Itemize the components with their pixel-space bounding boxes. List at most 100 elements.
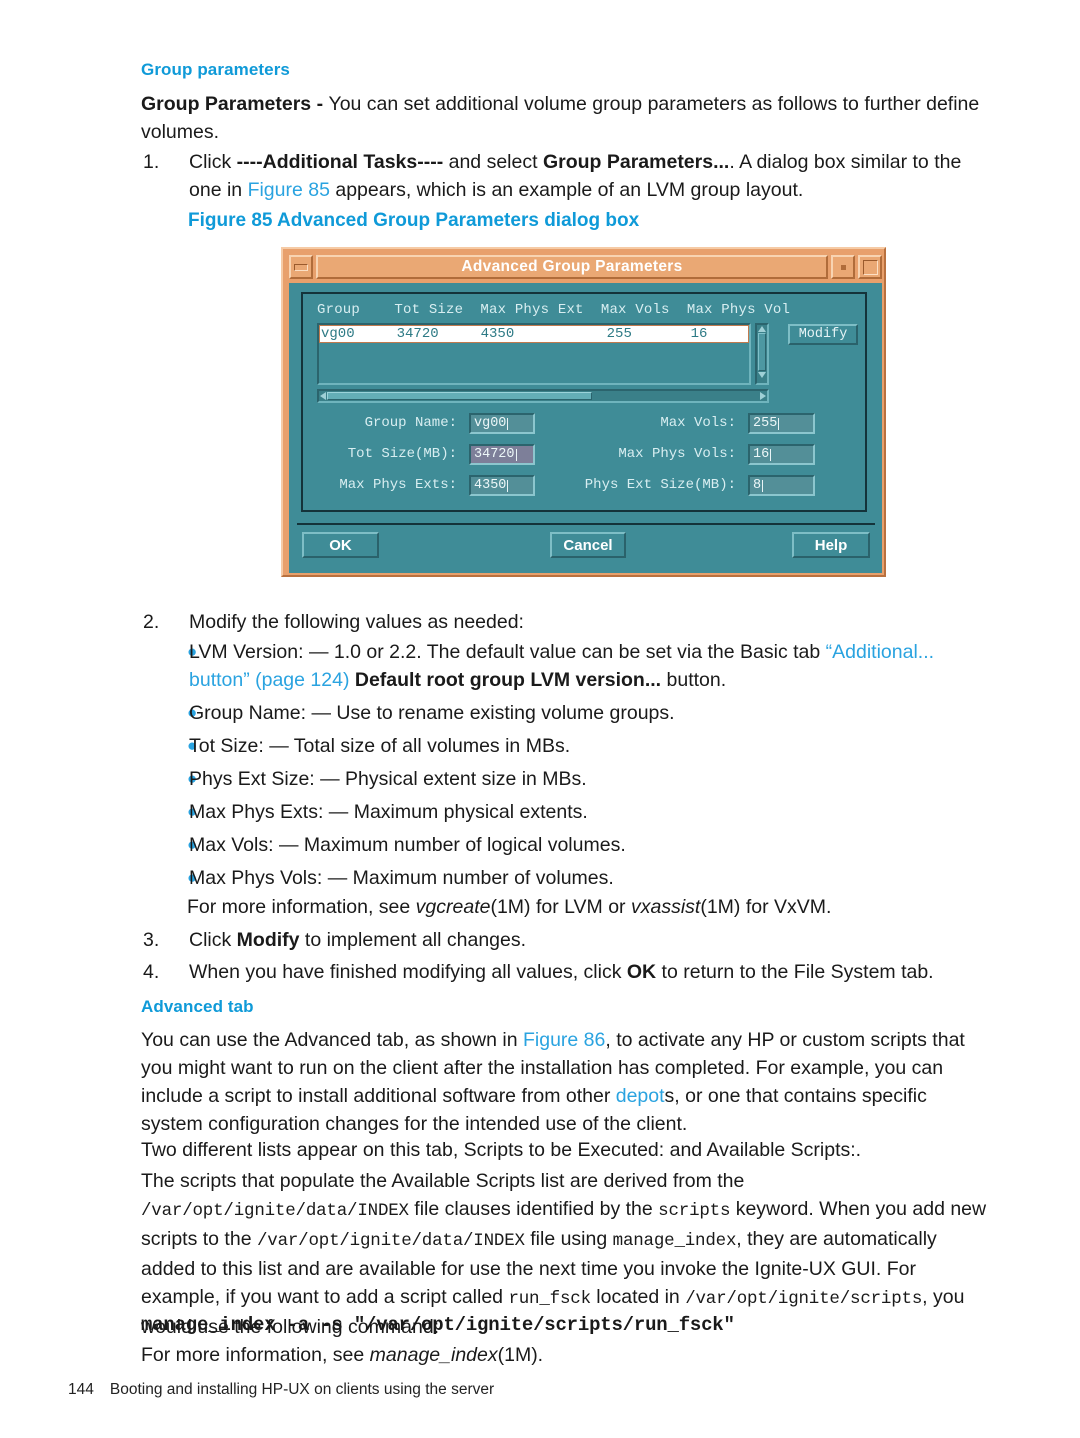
list-item: ● Tot Size: — Total size of all volumes … (141, 732, 993, 760)
step-4-pre: When you have finished modifying all val… (189, 961, 627, 983)
field-max-vols-value: 255 (753, 415, 778, 431)
restore-icon[interactable] (831, 255, 855, 279)
step-1-post2: appears, which is an example of an LVM g… (329, 179, 804, 201)
bullet-lvm-pre: LVM Version: — 1.0 or 2.2. The default v… (189, 641, 826, 663)
step-3-text: Click Modify to implement all changes. (189, 926, 993, 954)
step-4-post: to return to the File System tab. (656, 961, 934, 983)
bullet-lvm-version: LVM Version: — 1.0 or 2.2. The default v… (189, 638, 993, 694)
advanced-paragraph-1: You can use the Advanced tab, as shown i… (141, 1026, 991, 1138)
group-listbox[interactable]: vg00 34720 4350 255 16 (317, 323, 751, 385)
scroll-up-icon[interactable] (758, 326, 766, 332)
step-4-bold-ok: OK (626, 961, 657, 983)
field-group-name-value: vg00 (474, 415, 507, 431)
table-row[interactable]: vg00 34720 4350 255 16 (319, 325, 749, 343)
cancel-button[interactable]: Cancel (550, 532, 626, 558)
help-button[interactable]: Help (792, 532, 870, 558)
horizontal-scroll-thumb[interactable] (327, 392, 592, 400)
advanced-tab-heading: Advanced tab (141, 997, 254, 1016)
step-1-text: Click ----Additional Tasks---- and selec… (189, 148, 993, 204)
field-group-name-input[interactable]: vg00 (469, 412, 535, 434)
listbox-vertical-scrollbar[interactable] (755, 323, 769, 385)
field-tot-size-label: Tot Size(MB): (347, 446, 457, 462)
script-run-fsck: run_fsck (508, 1289, 591, 1309)
field-max-vols-label: Max Vols: (660, 415, 736, 431)
list-item: ● Max Phys Vols: — Maximum number of vol… (141, 864, 993, 892)
more-info-post: (1M) for VxVM. (700, 896, 832, 918)
step-4-text: When you have finished modifying all val… (189, 958, 993, 986)
closing-more-info: For more information, see manage_index(1… (141, 1341, 991, 1369)
step-1-number: 1. (143, 151, 160, 173)
text-caret (515, 449, 517, 461)
adv-p1-a: You can use the Advanced tab, as shown i… (141, 1029, 523, 1051)
bullet-icon: ● (187, 868, 198, 887)
listbox-horizontal-scrollbar[interactable] (317, 389, 769, 403)
list-item: ● Max Phys Exts: — Maximum physical exte… (141, 798, 993, 826)
bullet-icon: ● (187, 769, 198, 788)
field-max-vols-input[interactable]: 255 (748, 412, 815, 434)
dialog-button-row: OK Cancel Help (289, 532, 882, 566)
bullet-lvm-bold: Default root group LVM version... (349, 669, 662, 691)
field-phys-ext-size-input[interactable]: 8 (748, 474, 815, 496)
figure-86-link[interactable]: Figure 86 (523, 1029, 605, 1051)
scroll-down-icon[interactable] (758, 372, 766, 378)
dialog-body: Group Tot Size Max Phys Ext Max Vols Max… (289, 283, 882, 573)
advanced-paragraph-2: Two different lists appear on this tab, … (141, 1139, 862, 1161)
step-2-number: 2. (143, 611, 160, 633)
bullet-lvm-post: button. (661, 669, 727, 691)
adv-p3-a: The scripts that populate the Available … (141, 1170, 745, 1192)
text-caret (770, 449, 772, 461)
step-3-pre: Click (189, 929, 237, 951)
bullet-icon: ● (187, 835, 198, 854)
field-tot-size-value: 34720 (474, 446, 515, 462)
text-caret (507, 418, 509, 430)
step-1-bold-group-parameters: Group Parameters... (542, 151, 730, 173)
modify-button[interactable]: Modify (788, 324, 858, 345)
vertical-scroll-thumb[interactable] (758, 333, 766, 371)
step-2: 2. Modify the following values as needed… (141, 608, 993, 636)
field-tot-size-input[interactable]: 34720 (469, 443, 535, 465)
more-info-pre: For more information, see (187, 896, 416, 918)
field-max-phys-vols-input[interactable]: 16 (748, 443, 815, 465)
list-item: ● Group Name: — Use to rename existing v… (141, 699, 993, 727)
scroll-left-icon[interactable] (320, 392, 326, 400)
step-3-post: to implement all changes. (299, 929, 527, 951)
group-parameters-form: Group Name: vg00 Max Vols: 255 Tot Size(… (311, 412, 859, 504)
field-phys-ext-size-label: Phys Ext Size(MB): (584, 477, 736, 493)
command-line: manage_index -a -s "/var/opt/ignite/scri… (141, 1310, 991, 1339)
ok-button[interactable]: OK (302, 532, 379, 558)
table-column-headers: Group Tot Size Max Phys Ext Max Vols Max… (317, 302, 791, 318)
dialog-titlebar: Advanced Group Parameters (289, 254, 882, 280)
step-3: 3. Click Modify to implement all changes… (141, 926, 993, 954)
step-1-mid: and select (443, 151, 543, 173)
minimize-icon[interactable] (289, 255, 313, 279)
more-info-vgcreate: For more information, see vgcreate(1M) f… (141, 893, 991, 921)
text-caret (507, 480, 509, 492)
vgcreate-italic: vgcreate (415, 896, 491, 918)
text-caret (762, 480, 764, 492)
more-info-mid: (1M) for LVM or (490, 896, 631, 918)
manage-index-command: manage_index -a -s "/var/opt/ignite/scri… (141, 1314, 735, 1336)
manage-index-italic: manage_index (369, 1344, 498, 1366)
bullet-icon: ● (187, 802, 198, 821)
field-phys-ext-size: Phys Ext Size(MB): 8 (543, 474, 815, 496)
text-caret (778, 418, 780, 430)
closing-post: (1M). (497, 1344, 544, 1366)
depot-link[interactable]: depot (616, 1085, 665, 1107)
group-list-panel: Group Tot Size Max Phys Ext Max Vols Max… (301, 292, 867, 512)
step-2-text: Modify the following values as needed: (189, 611, 524, 633)
figure-85-image: Advanced Group Parameters Group Tot Size… (281, 247, 886, 577)
scroll-right-icon[interactable] (760, 392, 766, 400)
field-group-name: Group Name: vg00 (311, 412, 535, 434)
field-max-phys-vols: Max Phys Vols: 16 (578, 443, 815, 465)
closing-pre: For more information, see (141, 1344, 370, 1366)
adv-p3-f: located in (590, 1286, 686, 1308)
step-4: 4. When you have finished modifying all … (141, 958, 993, 986)
maximize-icon[interactable] (858, 255, 882, 279)
step-2-bullet-list: ● LVM Version: — 1.0 or 2.2. The default… (141, 638, 993, 897)
page-number: 144 (68, 1381, 94, 1398)
list-item: ● LVM Version: — 1.0 or 2.2. The default… (141, 638, 993, 694)
figure-85-link[interactable]: Figure 85 (248, 179, 330, 201)
field-max-phys-exts-input[interactable]: 4350 (469, 474, 535, 496)
path-index-1: /var/opt/ignite/data/INDEX (141, 1201, 409, 1221)
field-group-name-label: Group Name: (364, 415, 457, 431)
